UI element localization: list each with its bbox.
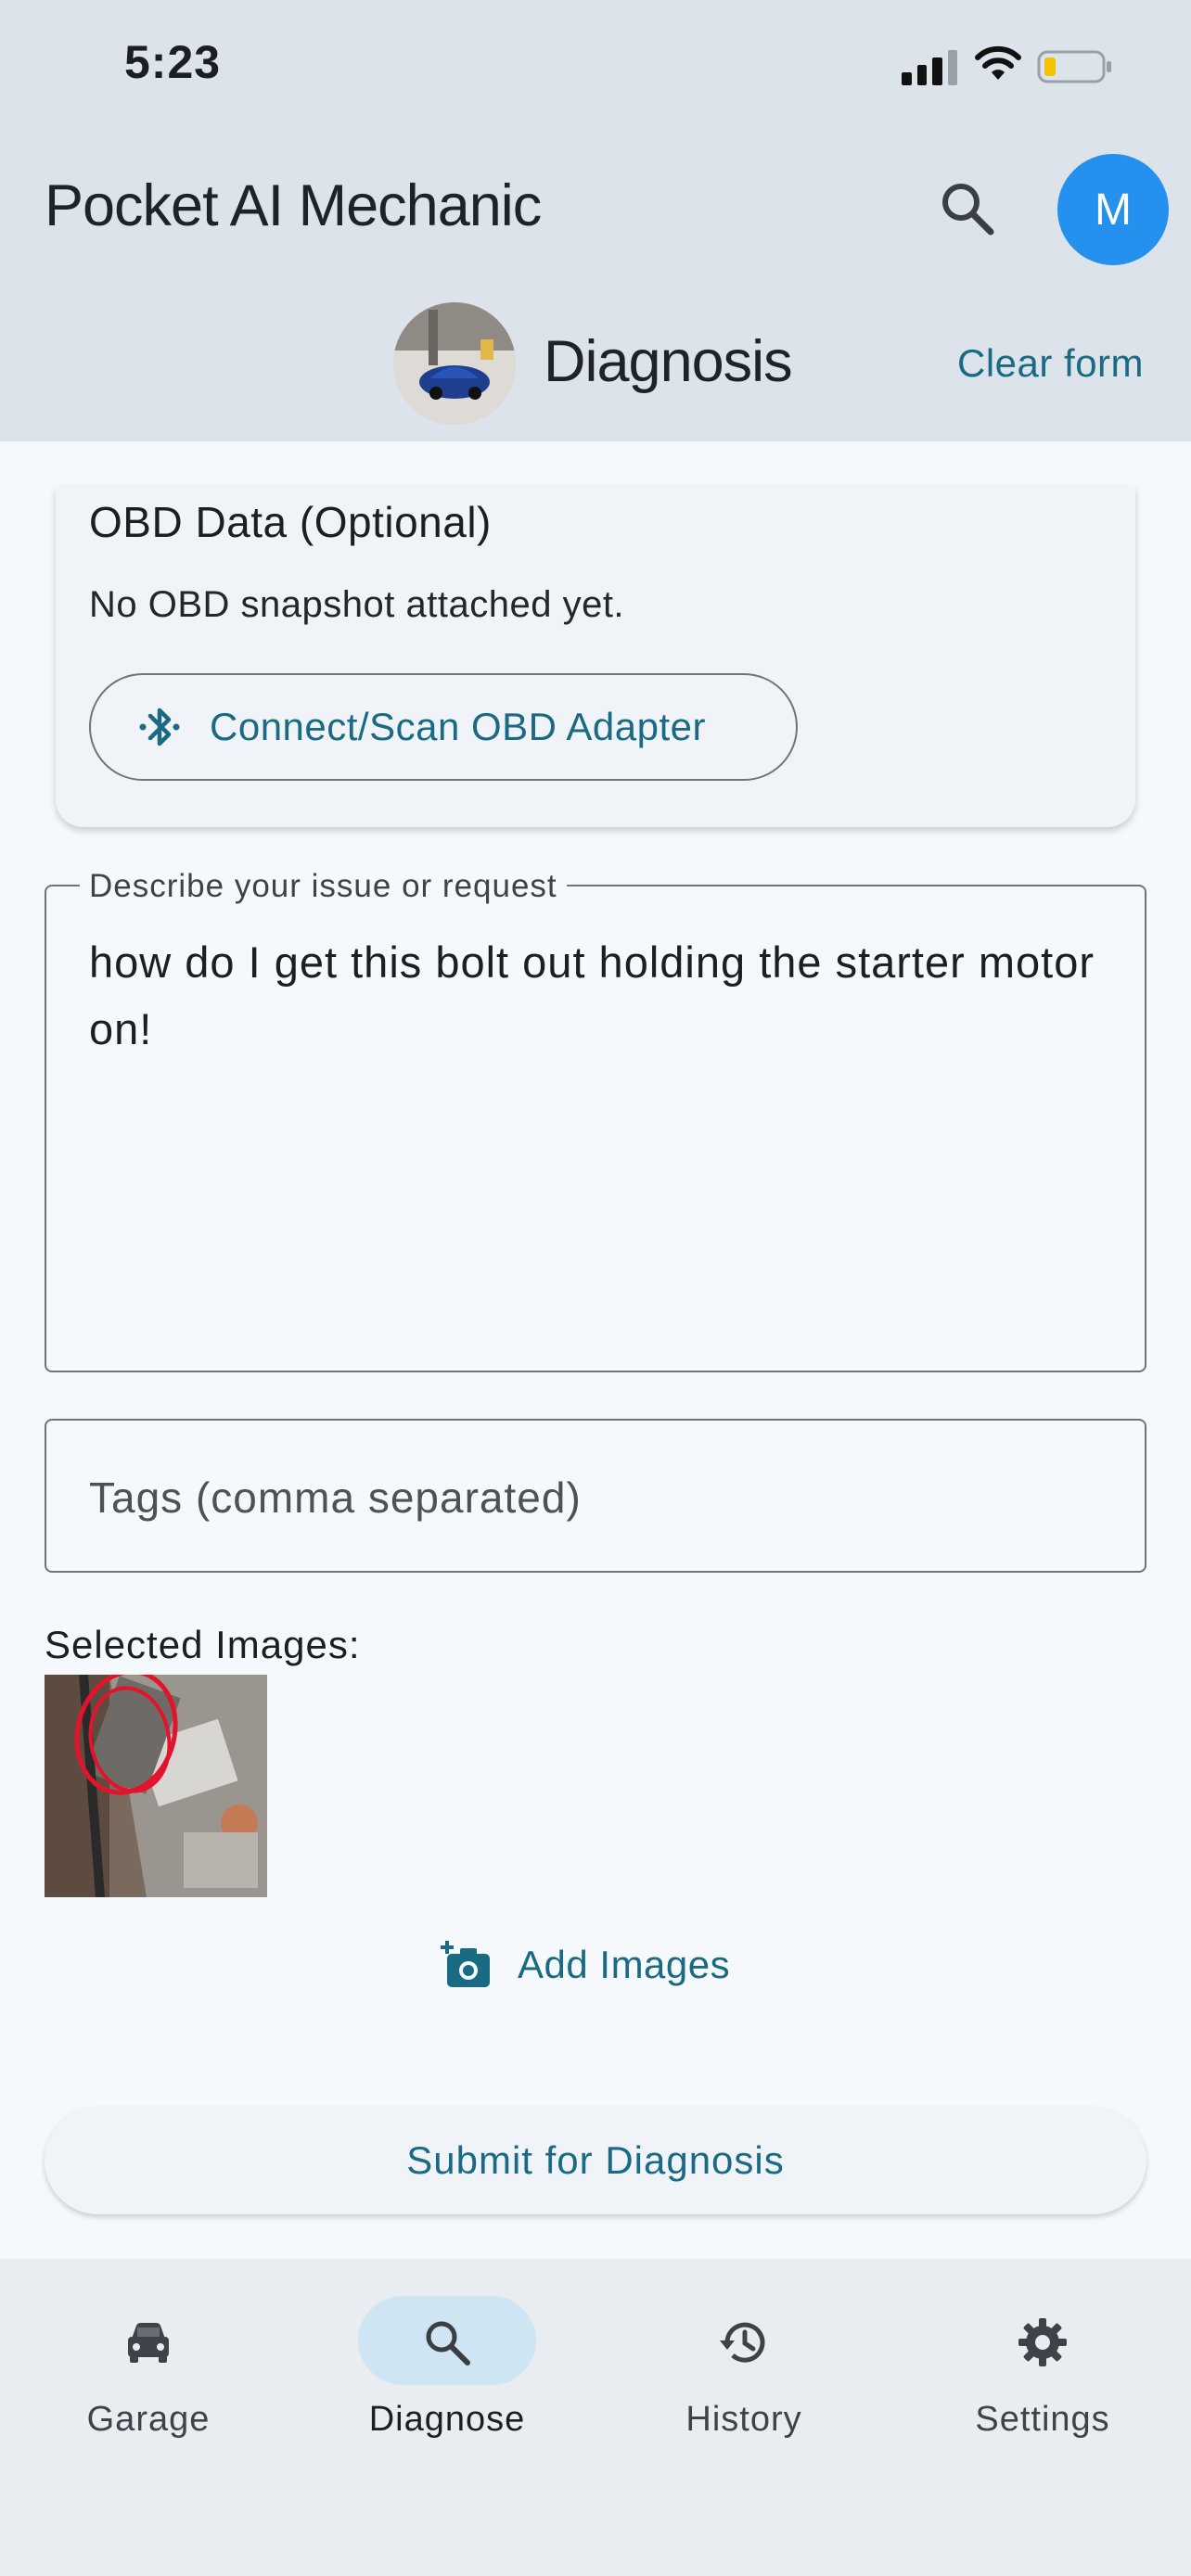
nav-garage[interactable]: Garage bbox=[37, 2296, 260, 2444]
nav-diagnose[interactable]: Diagnose bbox=[336, 2296, 558, 2444]
nav-settings[interactable]: Settings bbox=[931, 2296, 1154, 2444]
obd-card-title: OBD Data (Optional) bbox=[89, 498, 492, 546]
submit-diagnosis-label: Submit for Diagnosis bbox=[406, 2138, 785, 2182]
nav-history-label: History bbox=[685, 2400, 802, 2439]
submit-diagnosis-button[interactable]: Submit for Diagnosis bbox=[45, 2107, 1146, 2214]
vehicle-photo[interactable] bbox=[393, 302, 516, 425]
wifi-icon bbox=[975, 45, 1021, 80]
connect-obd-button[interactable]: Connect/Scan OBD Adapter bbox=[89, 673, 798, 781]
status-time: 5:23 bbox=[124, 36, 222, 88]
nav-settings-label: Settings bbox=[975, 2400, 1110, 2439]
add-photo-icon bbox=[441, 1941, 490, 1987]
selected-images-label: Selected Images: bbox=[45, 1623, 361, 1666]
search-icon bbox=[426, 2321, 470, 2366]
cellular-signal-icon bbox=[902, 48, 957, 85]
obd-status-text: No OBD snapshot attached yet. bbox=[89, 584, 625, 625]
add-images-button[interactable]: Add Images bbox=[440, 1934, 730, 1996]
page-title: Diagnosis bbox=[544, 329, 793, 394]
nav-history[interactable]: History bbox=[633, 2296, 855, 2444]
selected-image-thumbnail[interactable] bbox=[45, 1675, 267, 1897]
avatar[interactable]: M bbox=[1057, 154, 1169, 265]
bluetooth-icon bbox=[139, 708, 180, 746]
tags-placeholder: Tags (comma separated) bbox=[89, 1473, 582, 1522]
issue-description-label: Describe your issue or request bbox=[80, 868, 567, 905]
search-icon[interactable] bbox=[935, 176, 1000, 241]
nav-diagnose-label: Diagnose bbox=[368, 2400, 526, 2439]
clear-form-button[interactable]: Clear form bbox=[957, 341, 1144, 386]
battery-icon bbox=[1037, 50, 1111, 83]
avatar-initial: M bbox=[1095, 185, 1132, 235]
gear-icon bbox=[1018, 2318, 1067, 2366]
history-icon bbox=[720, 2322, 765, 2363]
add-images-label: Add Images bbox=[518, 1943, 731, 1986]
connect-obd-label: Connect/Scan OBD Adapter bbox=[210, 705, 706, 748]
app-title: Pocket AI Mechanic bbox=[45, 173, 542, 238]
nav-garage-label: Garage bbox=[86, 2400, 211, 2439]
issue-description-text[interactable]: how do I get this bolt out holding the s… bbox=[89, 929, 1109, 1063]
car-icon bbox=[128, 2323, 169, 2363]
